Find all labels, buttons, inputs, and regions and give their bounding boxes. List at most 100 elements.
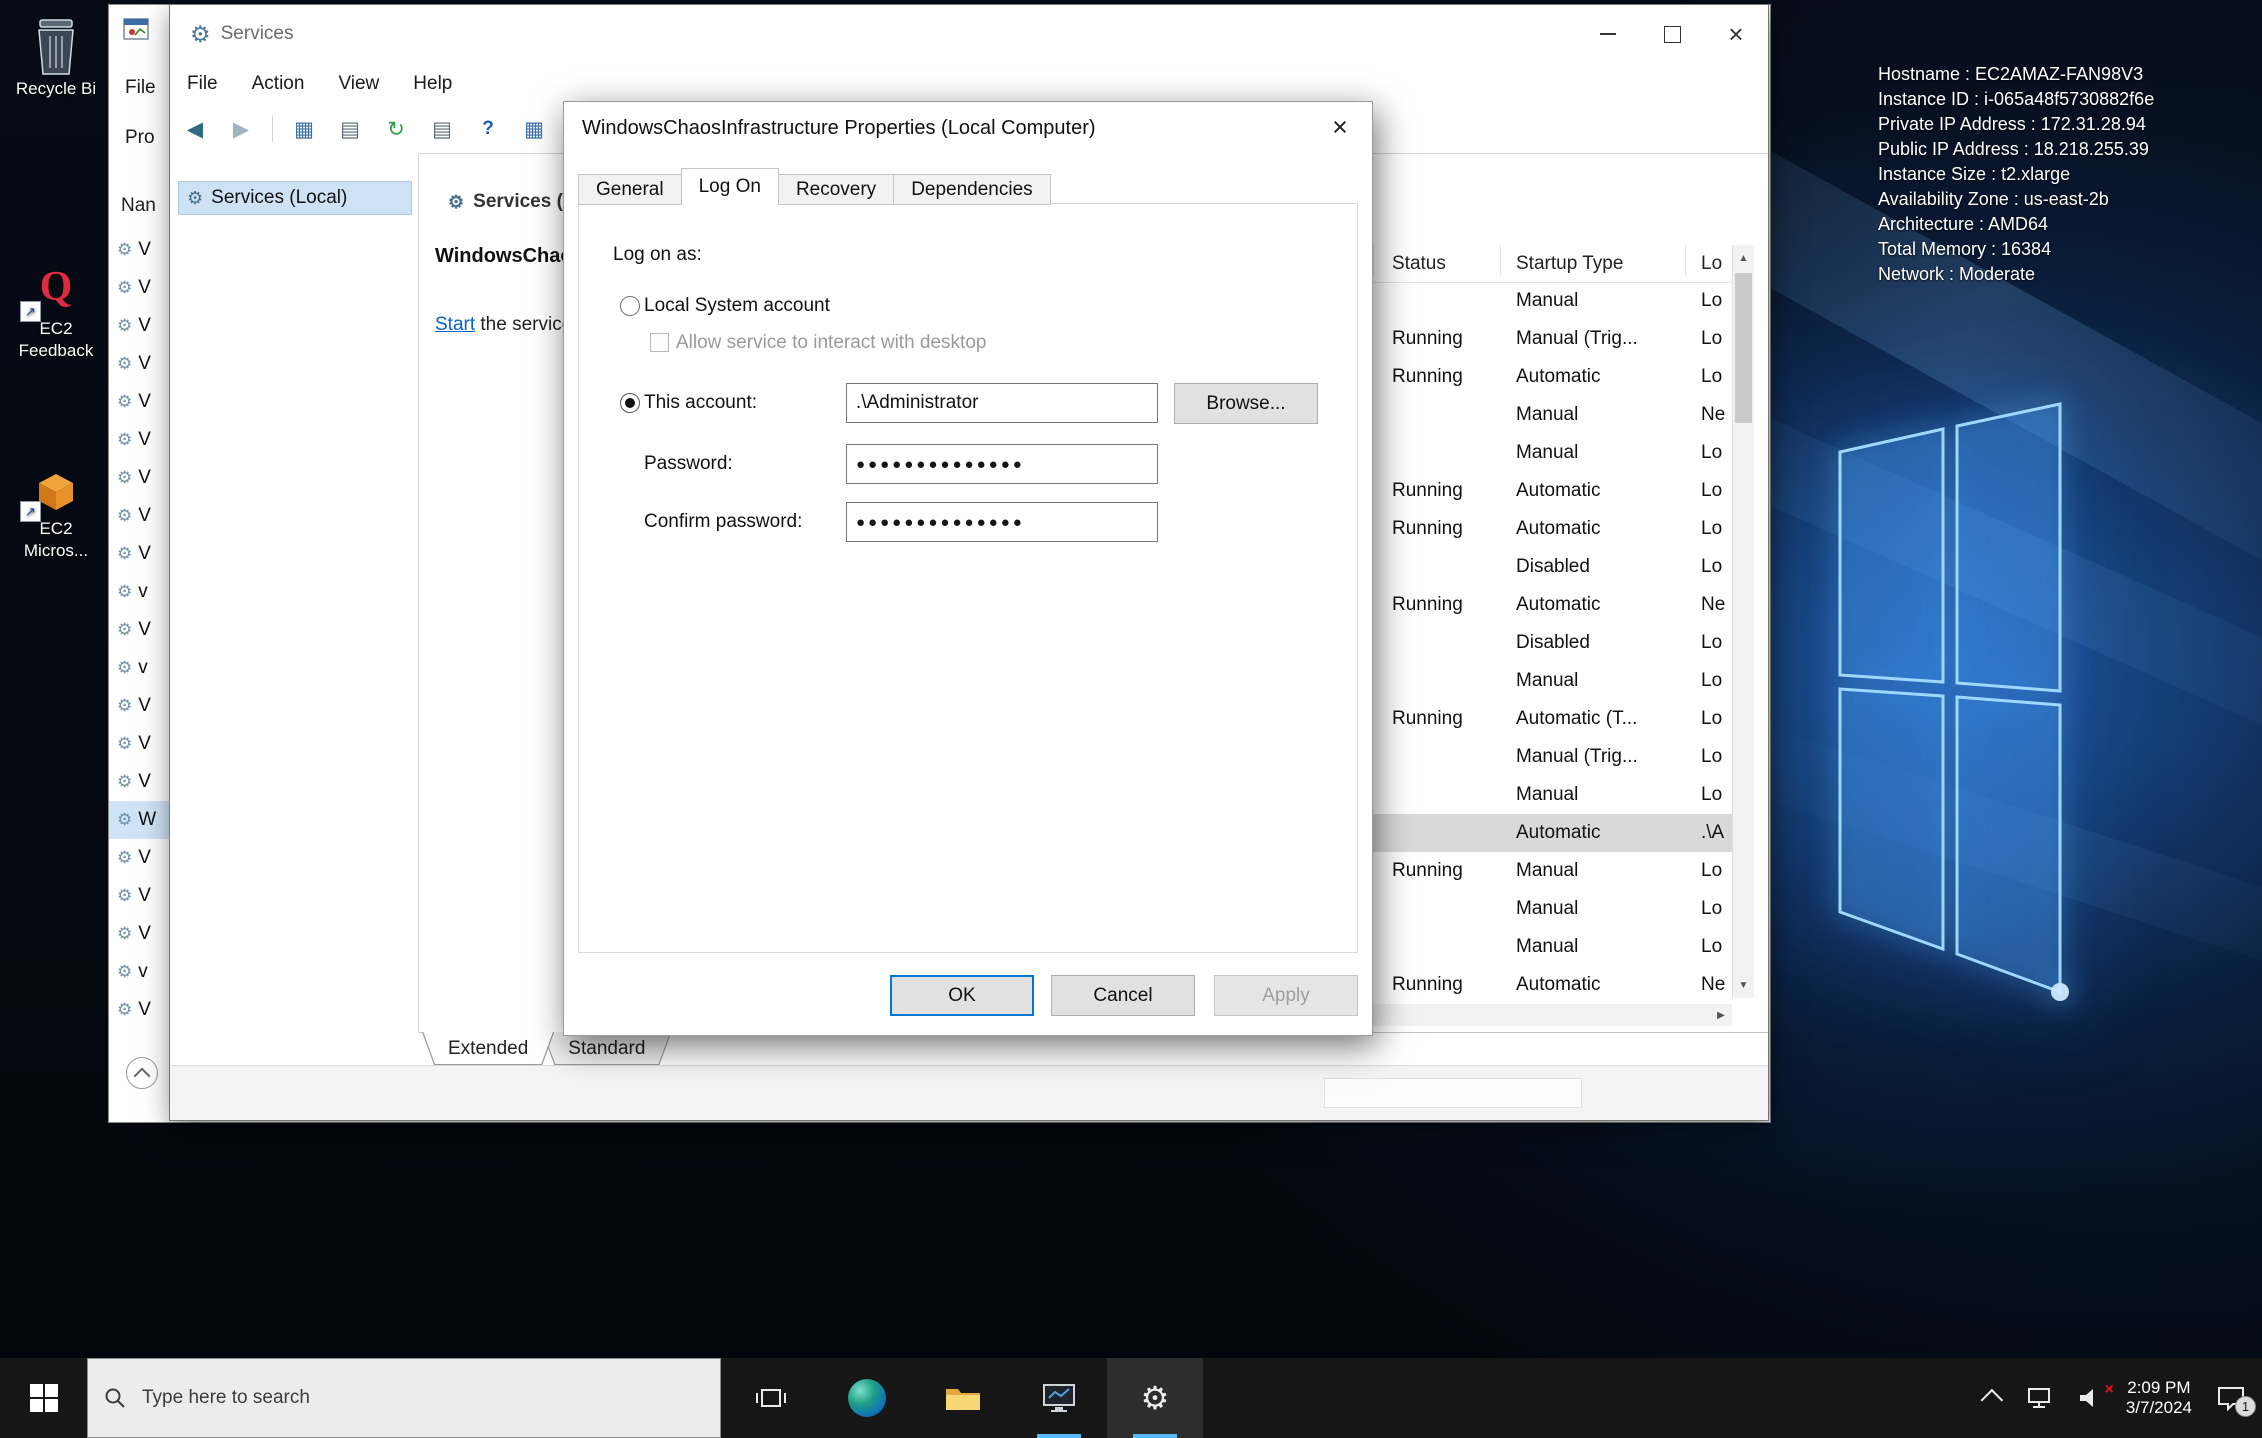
service-row-partial[interactable]: ⚙V [109, 421, 169, 459]
volume-button[interactable]: × [2078, 1387, 2102, 1409]
dialog-tab-dependencies[interactable]: Dependencies [893, 174, 1050, 205]
menu-help[interactable]: Help [396, 73, 469, 95]
menu-view[interactable]: View [321, 73, 396, 95]
forward-icon[interactable]: ▶ [226, 114, 256, 144]
console-tree-icon[interactable]: ▦ [289, 114, 319, 144]
menu-action[interactable]: Action [235, 73, 322, 95]
service-row-partial[interactable]: ⚙v [109, 953, 169, 991]
search-input[interactable] [140, 1386, 720, 1410]
edge-button[interactable] [819, 1358, 915, 1438]
service-row-partial[interactable]: ⚙V [109, 307, 169, 345]
local-system-label[interactable]: Local System account [644, 294, 830, 318]
refresh-icon[interactable]: ↻ [381, 114, 411, 144]
service-name-fragment: v [138, 657, 148, 679]
service-row-partial[interactable]: ⚙V [109, 611, 169, 649]
this-account-label[interactable]: This account: [644, 391, 757, 415]
service-row-partial[interactable]: ⚙V [109, 915, 169, 953]
log-on-as-cell: Lo [1701, 700, 1735, 738]
scrollbar-thumb[interactable] [1735, 273, 1752, 423]
service-row-partial[interactable]: ⚙v [109, 649, 169, 687]
service-row-partial[interactable]: ⚙W [109, 801, 169, 839]
service-row-partial[interactable]: ⚙V [109, 497, 169, 535]
browse-button[interactable]: Browse... [1174, 383, 1318, 424]
gear-icon: ⚙ [117, 468, 132, 488]
dialog-tab-recovery[interactable]: Recovery [778, 174, 894, 205]
column-header-log-on-as[interactable]: Lo [1701, 245, 1722, 282]
menu-file[interactable]: File [170, 73, 235, 95]
start-service-link[interactable]: Start [435, 314, 475, 335]
column-header-status[interactable]: Status [1392, 245, 1446, 282]
services-app-button[interactable]: ⚙ [1107, 1358, 1203, 1438]
startup-type-cell: Manual [1516, 852, 1578, 890]
properties-icon[interactable]: ▤ [335, 114, 365, 144]
service-row-partial[interactable]: ⚙V [109, 877, 169, 915]
dialog-close-button[interactable]: × [1308, 102, 1372, 152]
menu-file[interactable]: File [125, 77, 156, 99]
dialog-tab-general[interactable]: General [578, 174, 682, 205]
network-icon[interactable] [2026, 1386, 2054, 1410]
file-explorer-icon [944, 1383, 982, 1413]
ec2-feedback-icon[interactable]: Q ↗ EC2 Feedback [6, 256, 106, 362]
minimize-button[interactable] [1576, 5, 1640, 63]
ok-button[interactable]: OK [890, 975, 1034, 1016]
view-tab-extended[interactable]: Extended [422, 1032, 554, 1065]
mmc-app-button[interactable] [1011, 1358, 1107, 1438]
log-on-as-cell: Lo [1701, 738, 1735, 776]
vertical-scrollbar[interactable]: ▲ ▼ [1732, 245, 1754, 998]
service-row-partial[interactable]: ⚙V [109, 345, 169, 383]
service-row-partial[interactable]: ⚙V [109, 763, 169, 801]
scroll-up-button[interactable] [126, 1057, 158, 1089]
service-row-partial[interactable]: ⚙V [109, 269, 169, 307]
search-box[interactable] [87, 1358, 721, 1438]
recycle-bin-icon[interactable]: Recycle Bi [6, 16, 106, 100]
service-row-partial[interactable]: ⚙V [109, 535, 169, 573]
column-separator[interactable] [1685, 245, 1686, 276]
this-account-radio[interactable] [620, 393, 640, 413]
help-icon[interactable]: ? [473, 114, 503, 144]
interact-with-desktop-checkbox[interactable] [650, 333, 669, 352]
scroll-right-arrow-icon[interactable]: ▶ [1710, 1004, 1732, 1026]
service-row-partial[interactable]: ⚙V [109, 383, 169, 421]
export-list-icon[interactable]: ▤ [427, 114, 457, 144]
log-on-as-cell: .\A [1701, 814, 1735, 852]
service-row-partial[interactable]: ⚙V [109, 991, 169, 1029]
close-button[interactable]: × [1704, 5, 1768, 63]
scroll-up-arrow-icon[interactable]: ▲ [1733, 245, 1754, 271]
start-button[interactable] [0, 1358, 87, 1438]
service-row-partial[interactable]: ⚙V [109, 687, 169, 725]
title-bar[interactable]: ⚙ Services × [170, 5, 1768, 63]
service-row-partial[interactable]: ⚙V [109, 231, 169, 269]
ec2-microsoft-icon[interactable]: ↗ EC2 Micros... [6, 466, 106, 562]
view-tab-label: Extended [448, 1038, 528, 1060]
back-icon[interactable]: ◀ [180, 114, 210, 144]
dialog-tab-log-on[interactable]: Log On [681, 168, 779, 205]
tree-item-services-local[interactable]: ⚙ Services (Local) [178, 181, 412, 215]
view-menu-icon[interactable]: ▦ [519, 114, 549, 144]
column-separator[interactable] [1500, 245, 1501, 276]
log-on-as-cell: Lo [1701, 852, 1735, 890]
service-row-partial[interactable]: ⚙v [109, 573, 169, 611]
confirm-password-input[interactable] [846, 502, 1158, 542]
task-view-button[interactable] [723, 1358, 819, 1438]
gear-icon: ⚙ [117, 430, 132, 450]
view-tab-standard[interactable]: Standard [542, 1032, 671, 1065]
service-row-partial[interactable]: ⚙V [109, 839, 169, 877]
local-system-radio[interactable] [620, 296, 640, 316]
cancel-button[interactable]: Cancel [1051, 975, 1195, 1016]
system-info-line: Instance ID : i-065a48f5730882f6e [1878, 87, 2154, 112]
password-input[interactable] [846, 444, 1158, 484]
file-explorer-button[interactable] [915, 1358, 1011, 1438]
account-input[interactable] [846, 383, 1158, 423]
column-header-name[interactable]: Nan [121, 195, 156, 217]
clock[interactable]: 2:09 PM 3/7/2024 [2126, 1378, 2192, 1418]
column-header-startup-type[interactable]: Startup Type [1516, 245, 1623, 282]
column-separator[interactable] [1373, 245, 1374, 276]
maximize-button[interactable] [1640, 5, 1704, 63]
scroll-down-arrow-icon[interactable]: ▼ [1733, 972, 1754, 998]
dialog-title-bar[interactable]: WindowsChaosInfrastructure Properties (L… [564, 102, 1372, 154]
action-center-button[interactable]: 1 [2216, 1385, 2246, 1411]
service-row-partial[interactable]: ⚙V [109, 459, 169, 497]
service-row-partial[interactable]: ⚙V [109, 725, 169, 763]
services-gear-icon: ⚙ [190, 21, 211, 48]
tray-chevron-up-icon[interactable] [1980, 1389, 2003, 1412]
